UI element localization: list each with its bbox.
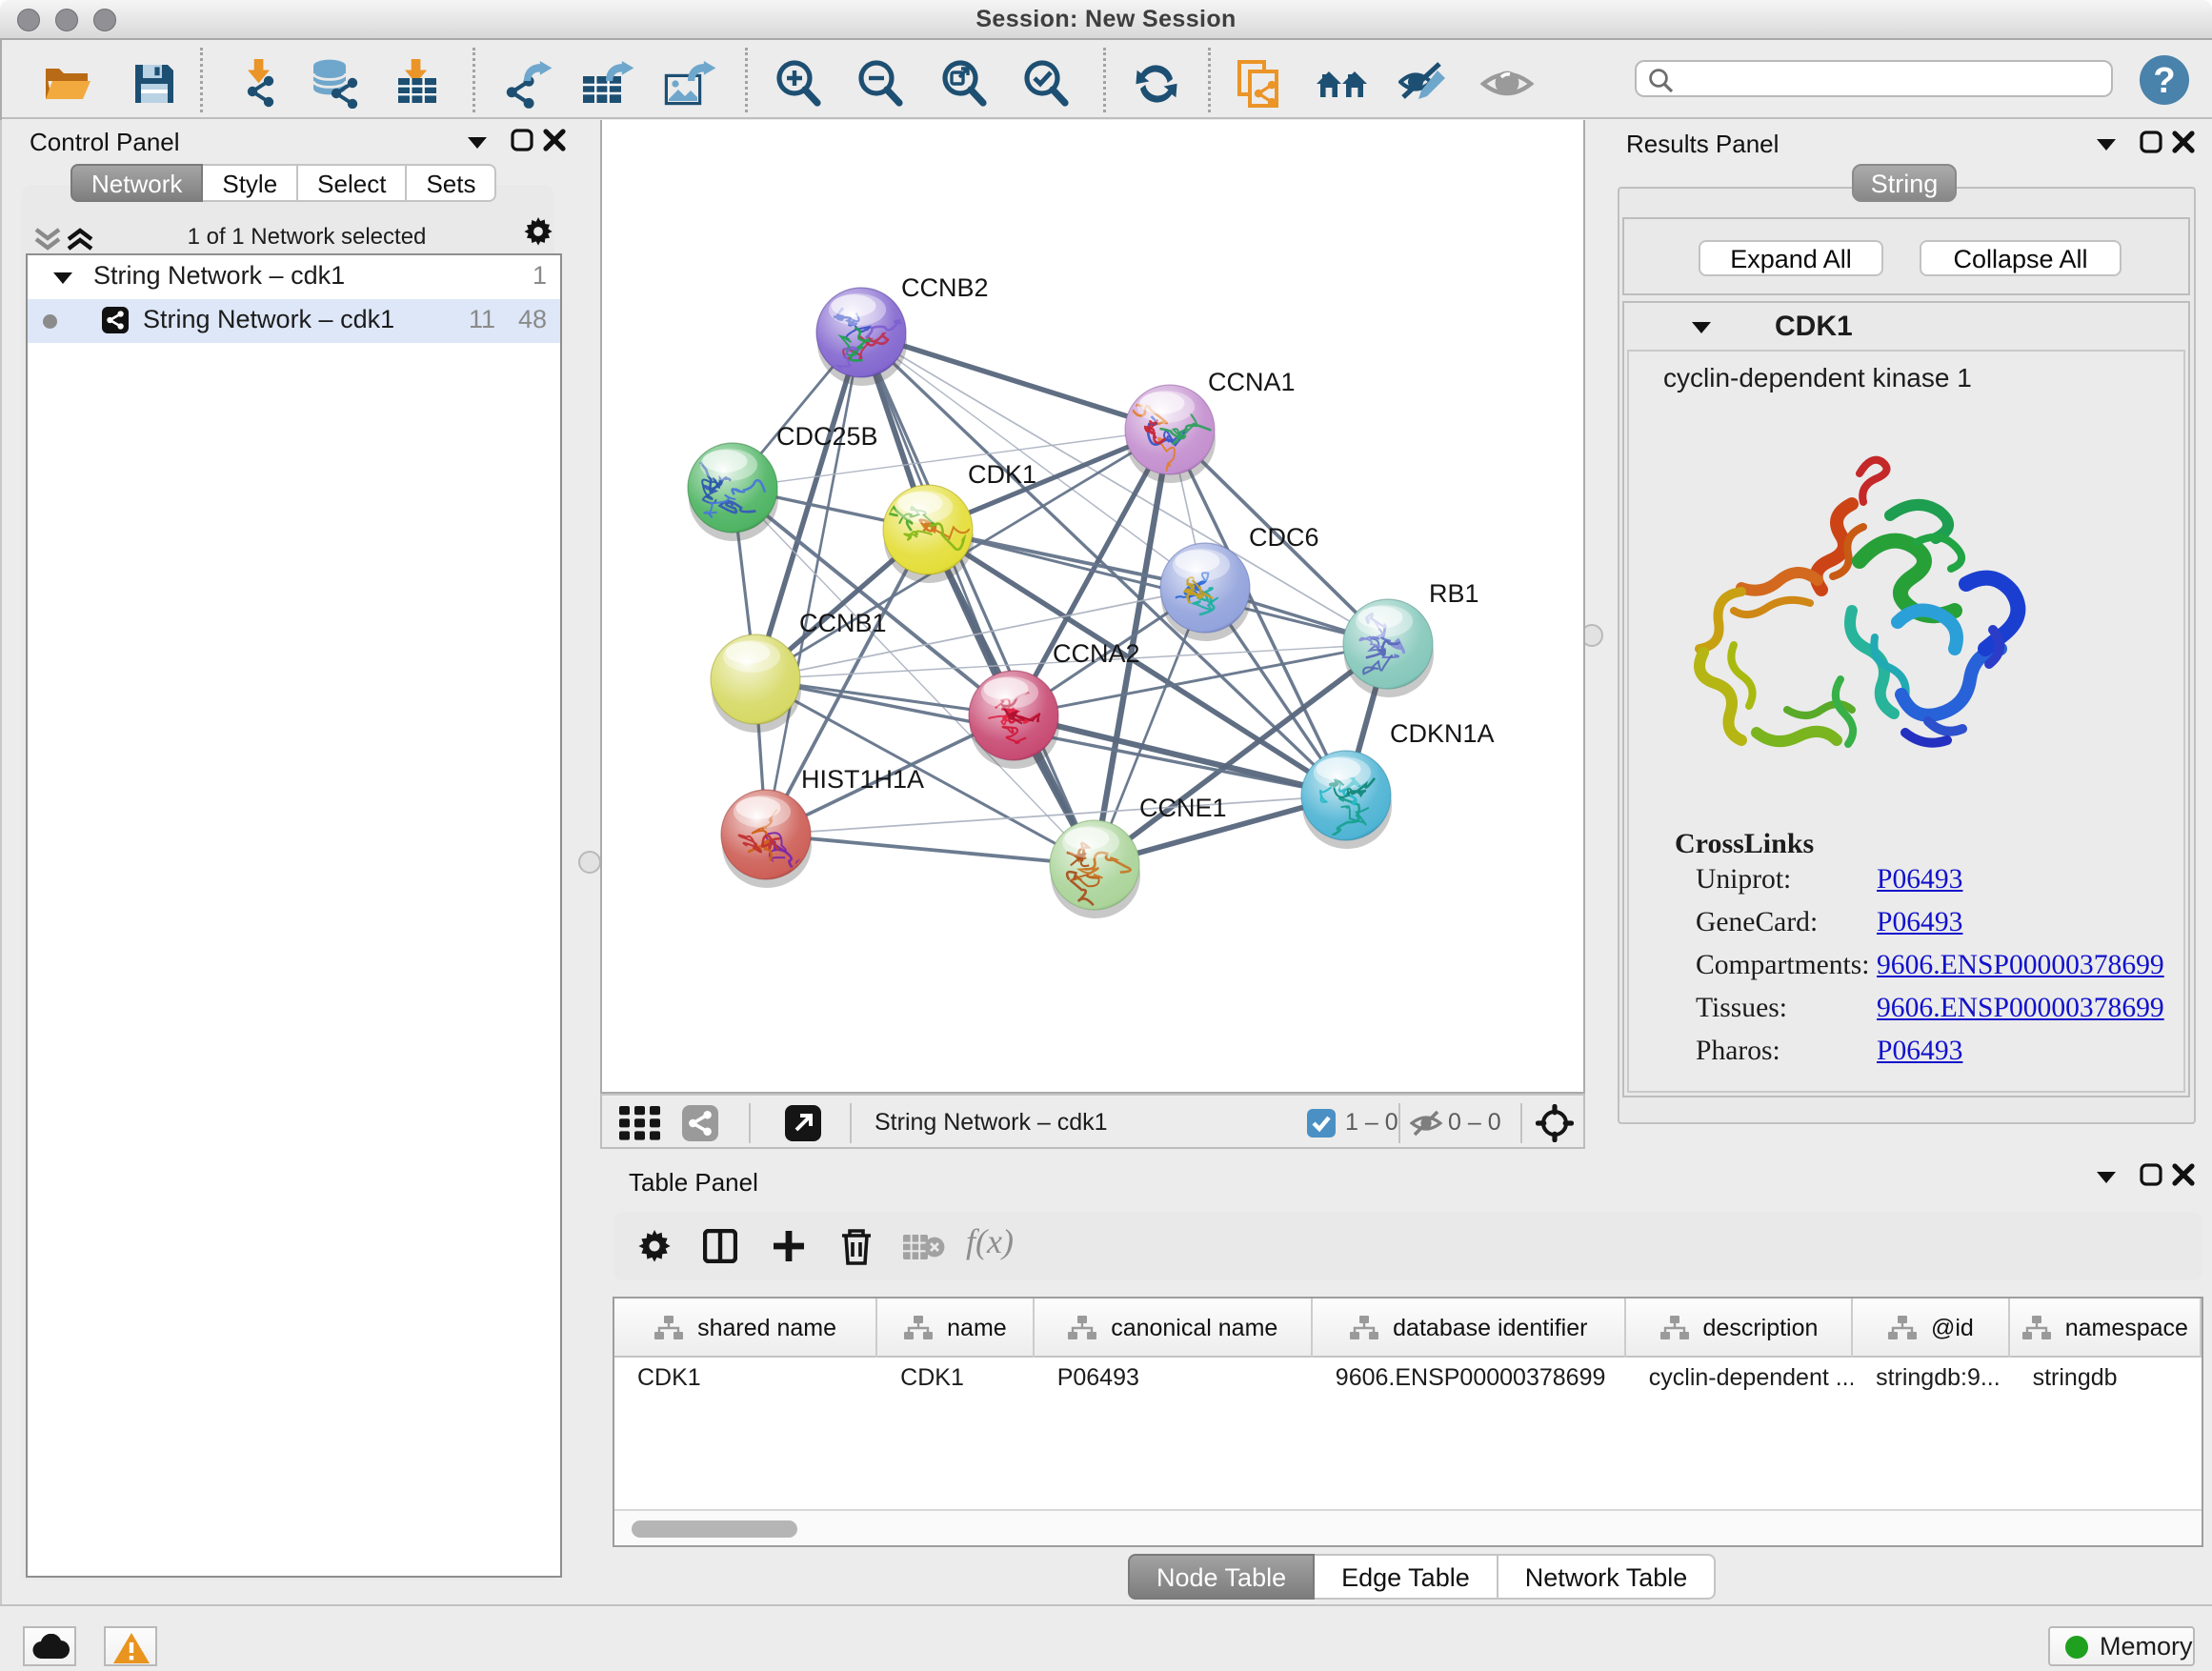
svg-text:CDC25B: CDC25B	[776, 422, 878, 451]
svg-text:CDKN1A: CDKN1A	[1390, 719, 1495, 748]
svg-text:CCNA1: CCNA1	[1208, 368, 1296, 396]
svg-text:CCNB2: CCNB2	[901, 273, 989, 302]
svg-text:CDC6: CDC6	[1249, 523, 1319, 552]
svg-text:CCNE1: CCNE1	[1139, 794, 1227, 822]
svg-text:RB1: RB1	[1429, 579, 1479, 608]
svg-text:CCNA2: CCNA2	[1053, 639, 1140, 668]
svg-text:CCNB1: CCNB1	[799, 609, 887, 637]
svg-text:CDK1: CDK1	[968, 460, 1036, 489]
svg-text:HIST1H1A: HIST1H1A	[801, 765, 924, 794]
svg-text:?: ?	[2153, 61, 2175, 101]
